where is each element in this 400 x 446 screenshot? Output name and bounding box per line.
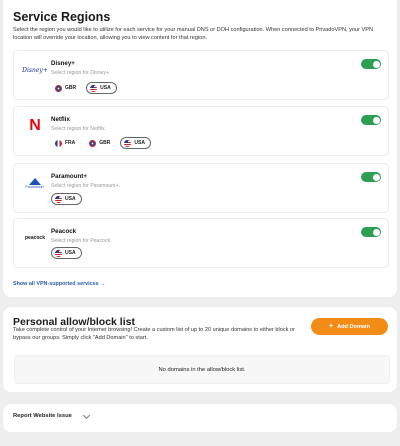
service-toggle[interactable] — [361, 115, 381, 125]
chevron-down-icon — [82, 411, 91, 420]
empty-domain-list: No domains in the allow/block list. — [14, 355, 390, 384]
section-description: Take complete control of your Internet b… — [13, 327, 296, 341]
show-all-services-link[interactable]: Show all VPN-supported services → — [13, 281, 106, 287]
service-hint: Select region for Peacock. — [51, 238, 112, 244]
service-card-disney: Disney+ Disney+ Select region for Disney… — [13, 50, 389, 100]
region-chip-usa[interactable]: USA — [51, 247, 82, 259]
region-chip-usa[interactable]: USA — [120, 137, 151, 149]
peacock-logo: peacock — [24, 235, 45, 241]
us-flag-icon — [55, 249, 62, 257]
section-description: Select the region you would like to util… — [13, 27, 374, 41]
service-name: Netflix — [51, 116, 70, 123]
service-toggle[interactable] — [361, 227, 381, 237]
service-hint: Select region for Netflix. — [51, 126, 107, 132]
report-website-issue-label: Report Website Issue — [13, 413, 72, 419]
us-flag-icon — [55, 195, 62, 203]
allow-block-list-panel: Personal allow/block list Take complete … — [3, 307, 397, 392]
service-regions-panel: Service Regions Select the region you wo… — [3, 0, 397, 297]
paramount-mountain-icon — [29, 177, 41, 185]
plus-icon: + — [328, 323, 334, 330]
service-name: Peacock — [51, 228, 77, 235]
netflix-logo: N — [29, 117, 41, 134]
region-chip-usa[interactable]: USA — [51, 193, 82, 205]
region-chip-gbr[interactable]: GBR — [51, 82, 82, 94]
service-card-paramount: Paramount+ Paramount+ Select region for … — [13, 163, 389, 213]
service-hint: Select region for Disney+. — [51, 70, 111, 76]
service-card-peacock: peacock Peacock Select region for Peacoc… — [13, 218, 389, 268]
region-chip-gbr[interactable]: GBR — [85, 137, 116, 149]
service-toggle[interactable] — [361, 59, 381, 69]
disney-logo: Disney+ — [22, 66, 48, 74]
uk-flag-icon — [89, 139, 97, 147]
add-domain-button[interactable]: + Add Domain — [311, 318, 388, 335]
service-name: Paramount+ — [51, 173, 87, 180]
region-chip-fra[interactable]: FRA — [51, 137, 81, 149]
service-card-netflix: N Netflix Select region for Netflix. FRA… — [13, 106, 389, 156]
section-title: Service Regions — [13, 10, 111, 24]
service-hint: Select region for Paramount+. — [51, 183, 121, 189]
region-chip-usa[interactable]: USA — [86, 82, 117, 94]
us-flag-icon — [124, 139, 132, 147]
uk-flag-icon — [55, 84, 62, 92]
service-toggle[interactable] — [361, 172, 381, 182]
service-name: Disney+ — [51, 60, 75, 67]
paramount-logo: Paramount+ — [22, 174, 48, 192]
fr-flag-icon — [55, 139, 62, 147]
report-website-issue-panel[interactable]: Report Website Issue — [3, 404, 397, 432]
us-flag-icon — [90, 84, 98, 92]
